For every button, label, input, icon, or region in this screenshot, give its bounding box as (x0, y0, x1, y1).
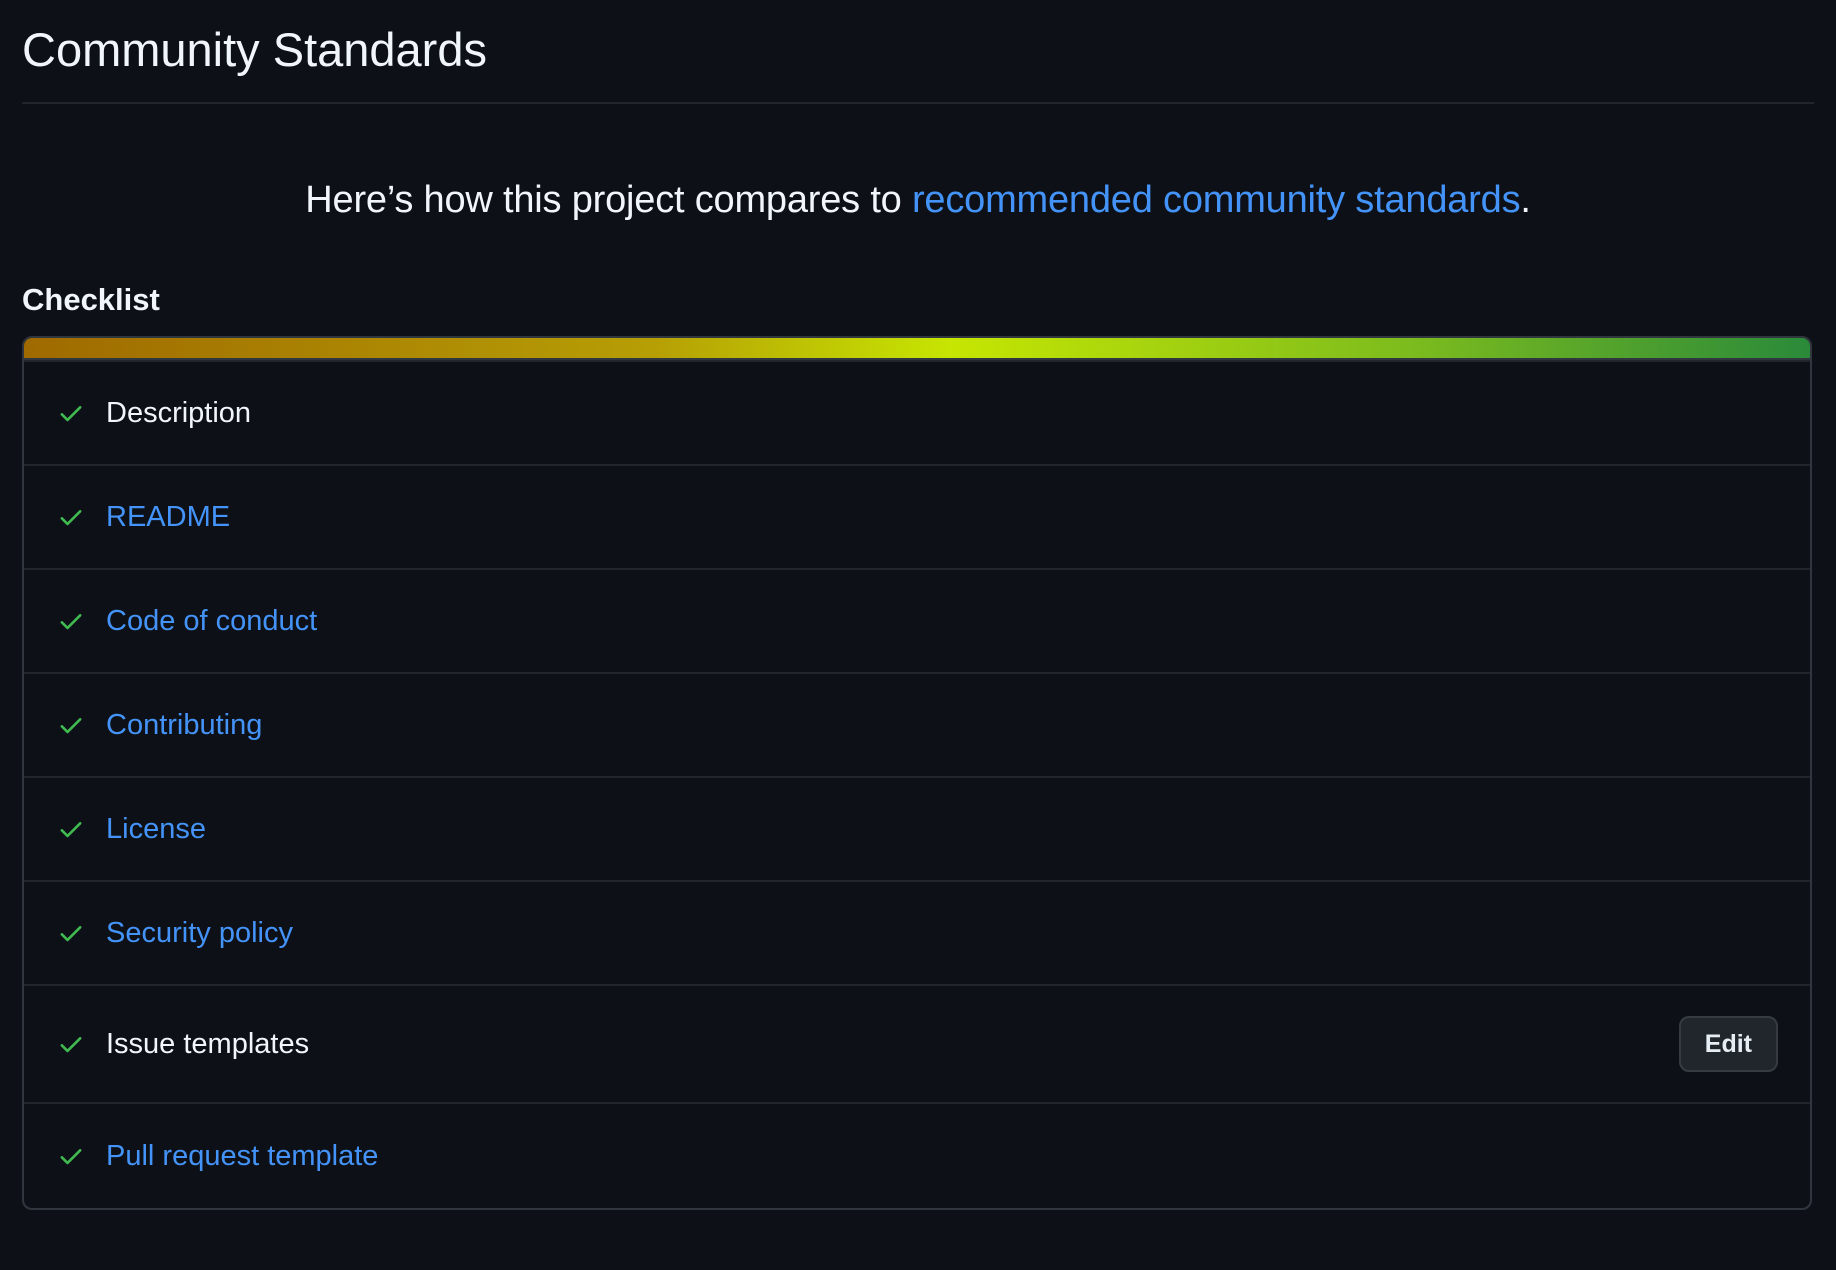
checklist-item-label: Description (106, 397, 252, 429)
check-icon (56, 1141, 86, 1171)
check-icon (56, 398, 86, 428)
check-icon (56, 710, 86, 740)
checklist-item-security-policy: Security policy (24, 880, 1810, 984)
checklist-item-license: License (24, 776, 1810, 880)
license-link[interactable]: License (106, 811, 206, 847)
check-icon (56, 1029, 86, 1059)
check-icon (56, 606, 86, 636)
checklist-box: Description README Code of conduct Contr… (22, 336, 1812, 1210)
check-icon (56, 814, 86, 844)
checklist-progress-bar (24, 338, 1810, 360)
check-icon (56, 502, 86, 532)
check-icon (56, 918, 86, 948)
checklist-item-label: Issue templates (106, 1028, 310, 1060)
checklist-item-code-of-conduct: Code of conduct (24, 568, 1810, 672)
edit-issue-templates-button[interactable]: Edit (1678, 1016, 1778, 1072)
checklist-item-issue-templates: Issue templates Edit (24, 984, 1810, 1102)
checklist-item-pull-request-template: Pull request template (24, 1102, 1810, 1208)
intro-suffix: . (1520, 179, 1531, 221)
checklist-item-description: Description (24, 360, 1810, 464)
community-standards-page: Community Standards Here’s how this proj… (22, 0, 1814, 1210)
checklist-item-contributing: Contributing (24, 672, 1810, 776)
contributing-link[interactable]: Contributing (106, 707, 262, 743)
page-title: Community Standards (22, 0, 1814, 104)
readme-link[interactable]: README (106, 499, 230, 535)
intro-text: Here’s how this project compares to reco… (22, 176, 1814, 224)
intro-prefix: Here’s how this project compares to (305, 179, 912, 221)
code-of-conduct-link[interactable]: Code of conduct (106, 603, 317, 639)
security-policy-link[interactable]: Security policy (106, 915, 293, 951)
recommended-standards-link[interactable]: recommended community standards (912, 179, 1521, 221)
checklist-heading: Checklist (22, 282, 160, 317)
pull-request-template-link[interactable]: Pull request template (106, 1138, 378, 1174)
checklist-item-readme: README (24, 464, 1810, 568)
